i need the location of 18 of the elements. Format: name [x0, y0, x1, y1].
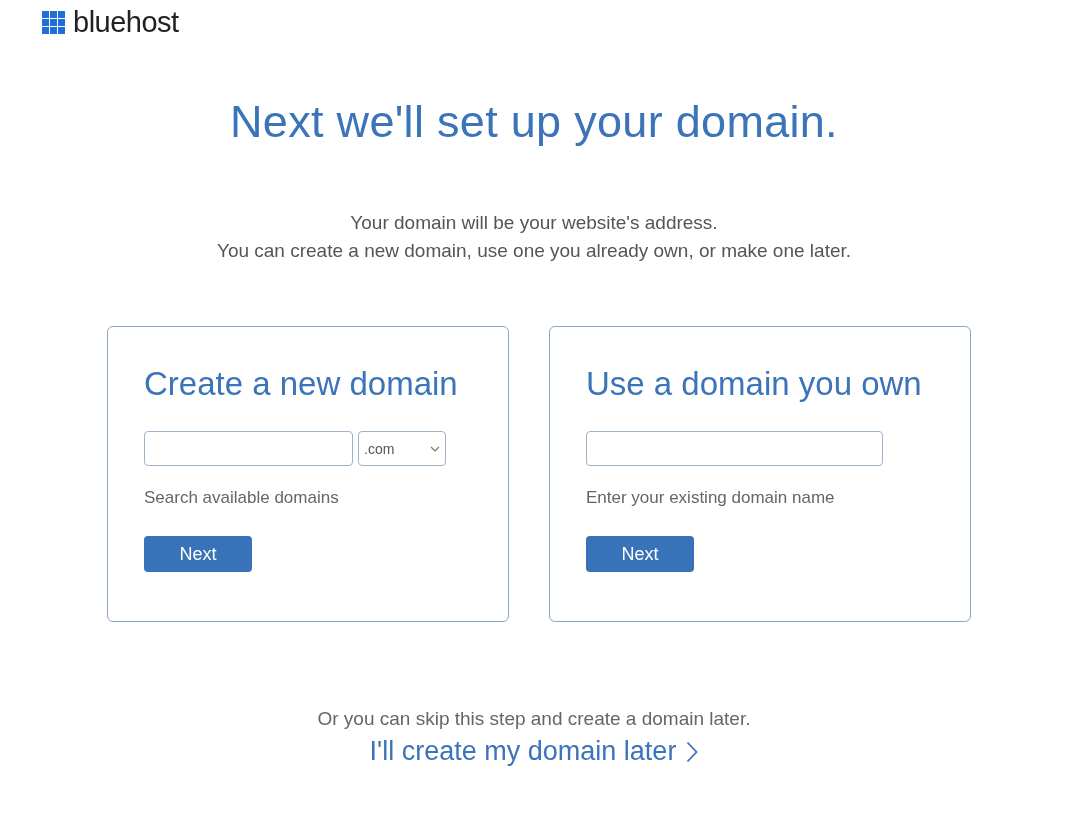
- domain-input-field[interactable]: [144, 431, 353, 466]
- helper-text: Search available domains: [144, 488, 340, 508]
- next-button[interactable]: Next: [586, 536, 694, 572]
- logo-text: bluehost: [73, 8, 179, 36]
- grid-logo-icon: [42, 10, 65, 34]
- next-button[interactable]: Next: [144, 536, 252, 572]
- domain-input-field[interactable]: [586, 431, 883, 466]
- tld-select[interactable]: .com: [358, 431, 446, 466]
- card-title: Create a new domain: [144, 365, 459, 403]
- chevron-right-icon: [686, 740, 699, 763]
- intro-text: Your domain will be your website's address.: [350, 212, 718, 234]
- card-title: Use a domain you own: [586, 365, 923, 403]
- page-heading: Next we'll set up your domain.: [229, 96, 839, 148]
- skip-text: Or you can skip this step and create a domain later.: [317, 708, 751, 730]
- intro-text: You can create a new domain, use one you already own, or make one later.: [216, 240, 852, 262]
- create-later-link[interactable]: I'll create my domain later: [369, 736, 699, 767]
- helper-text: Enter your existing domain name: [586, 488, 836, 508]
- chevron-down-icon: [430, 445, 440, 452]
